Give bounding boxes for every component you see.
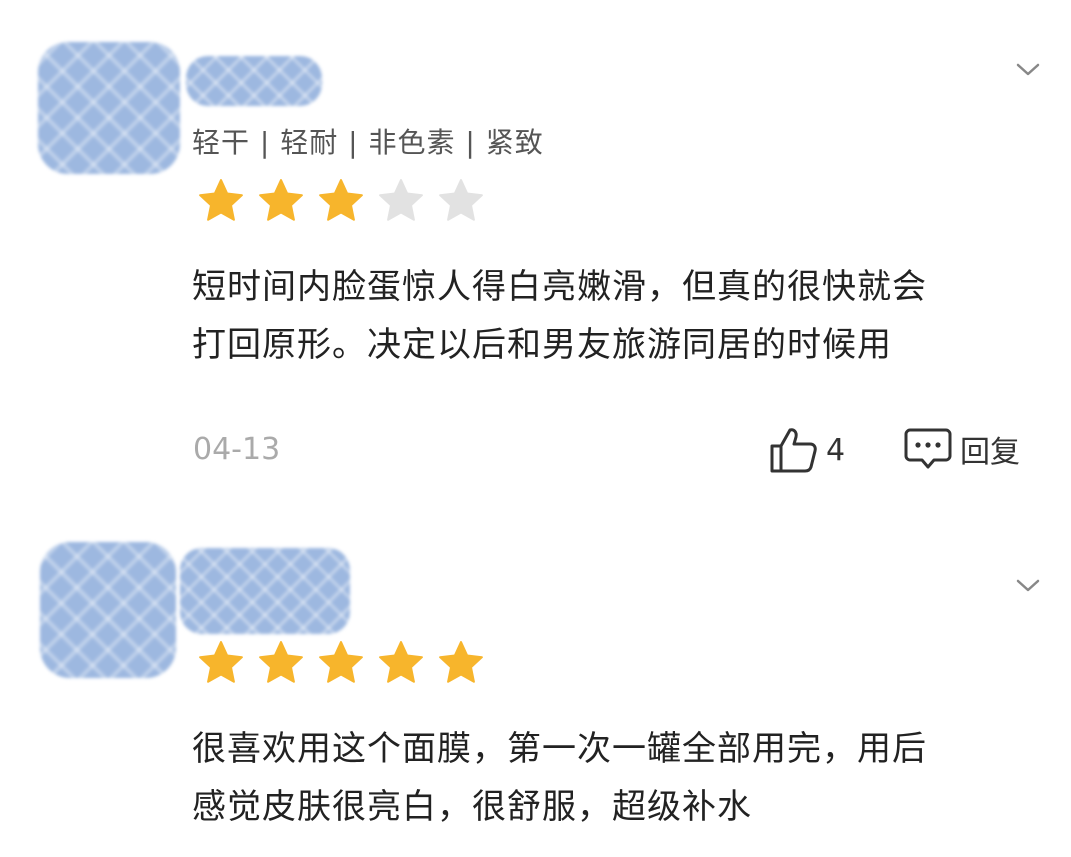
star-filled-icon xyxy=(259,179,303,221)
review-date: 04-13 xyxy=(193,432,281,467)
like-button[interactable]: 4 xyxy=(768,426,845,474)
star-filled-icon xyxy=(259,641,303,683)
review-text: 短时间内脸蛋惊人得白亮嫩滑，但真的很快就会 打回原形。决定以后和男友旅游同居的时… xyxy=(192,258,1032,374)
star-empty-icon xyxy=(439,179,483,221)
review-text: 很喜欢用这个面膜，第一次一罐全部用完，用后 感觉皮肤很亮白，很舒服，超级补水 xyxy=(192,720,1032,836)
review-card: 很喜欢用这个面膜，第一次一罐全部用完，用后 感觉皮肤很亮白，很舒服，超级补水 xyxy=(0,520,1071,857)
chevron-down-icon[interactable] xyxy=(1013,574,1043,596)
review-text-line: 短时间内脸蛋惊人得白亮嫩滑，但真的很快就会 xyxy=(192,267,927,307)
star-filled-icon xyxy=(199,179,243,221)
star-filled-icon xyxy=(379,641,423,683)
reply-button[interactable]: 回复 xyxy=(904,426,1020,472)
username[interactable] xyxy=(186,56,322,106)
review-card: 轻干 | 轻耐 | 非色素 | 紧致 短时间内脸蛋惊人得白亮嫩滑，但真的很快就会… xyxy=(0,0,1071,520)
star-filled-icon xyxy=(199,641,243,683)
star-empty-icon xyxy=(379,179,423,221)
reply-label: 回复 xyxy=(960,435,1020,470)
review-tags: 轻干 | 轻耐 | 非色素 | 紧致 xyxy=(192,126,544,159)
star-filled-icon xyxy=(319,179,363,221)
avatar[interactable] xyxy=(40,542,176,678)
username[interactable] xyxy=(180,548,350,634)
star-rating xyxy=(198,178,484,224)
star-rating xyxy=(198,640,484,686)
star-filled-icon xyxy=(439,641,483,683)
review-text-line: 感觉皮肤很亮白，很舒服，超级补水 xyxy=(192,787,752,827)
review-text-line: 很喜欢用这个面膜，第一次一罐全部用完，用后 xyxy=(192,729,927,769)
chevron-down-icon[interactable] xyxy=(1013,58,1043,80)
star-filled-icon xyxy=(319,641,363,683)
like-count: 4 xyxy=(826,432,846,468)
thumbs-up-icon xyxy=(770,428,817,473)
avatar[interactable] xyxy=(38,42,180,174)
comment-icon xyxy=(904,428,952,469)
review-text-line: 打回原形。决定以后和男友旅游同居的时候用 xyxy=(192,325,892,365)
